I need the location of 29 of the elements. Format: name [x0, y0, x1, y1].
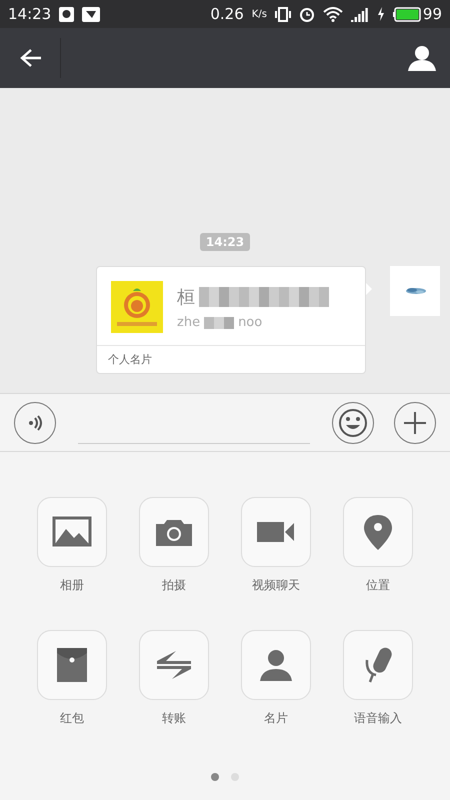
image-notification-icon [82, 6, 100, 22]
wifi-icon [322, 6, 343, 22]
contact-card[interactable]: 桓 zhe noo 个人名片 [96, 266, 366, 374]
speed-unit: K/s [252, 8, 267, 20]
vibrate-icon [274, 6, 291, 22]
alarm-clock-icon [298, 6, 315, 22]
username-start: zhe [177, 315, 200, 330]
voice-button[interactable] [14, 402, 56, 444]
username-end: noo [238, 315, 262, 330]
page-dot[interactable] [211, 773, 219, 781]
blurred-username [204, 316, 234, 328]
clock-time: 14:23 [8, 5, 52, 23]
signal-icon [350, 6, 369, 22]
card-type-label: 个人名片 [107, 352, 153, 368]
charging-icon [376, 7, 385, 21]
battery-percent: 99 [422, 5, 442, 23]
contact-name: 桓 [177, 286, 195, 309]
back-arrow-icon[interactable] [20, 48, 42, 68]
sound-waves-icon [26, 414, 44, 432]
network-speed: 0.26 [210, 5, 244, 23]
notification-icon [59, 6, 74, 22]
emoji-button[interactable] [332, 402, 374, 444]
person-icon[interactable] [408, 45, 436, 71]
plus-icon [403, 410, 427, 434]
battery-icon [392, 6, 421, 22]
smiley-icon [338, 408, 368, 438]
bubble-tail [365, 282, 372, 296]
add-button[interactable] [394, 402, 436, 444]
message-timestamp: 14:23 [200, 233, 250, 251]
